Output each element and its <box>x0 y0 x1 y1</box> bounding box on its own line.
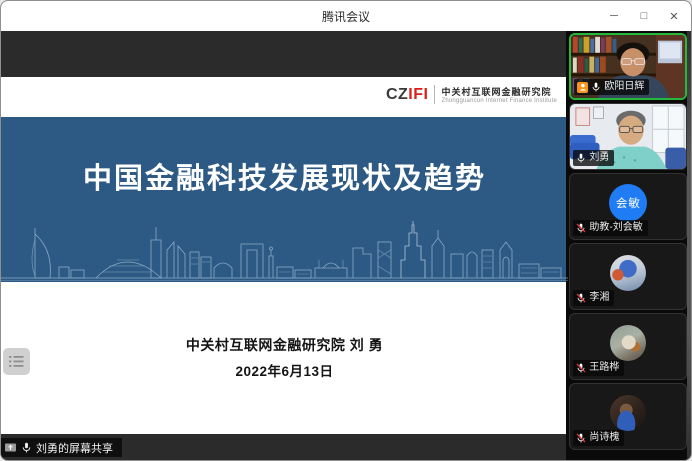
sidebar-scrollbar[interactable] <box>687 31 691 460</box>
shared-screen-area: CZIFI 中关村互联网金融研究院 Zhongguancun Internet … <box>1 31 566 460</box>
list-icon <box>9 355 24 368</box>
participant-name: 尚诗槐 <box>589 432 619 444</box>
slide-title: 中国金融科技发展现状及趋势 <box>1 155 568 197</box>
logo-wordmark: CZIFI <box>386 86 429 104</box>
participant-label: 尚诗槐 <box>573 430 624 446</box>
participant-label: 刘勇 <box>573 150 614 166</box>
avatar <box>610 325 646 361</box>
slide-author: 中关村互联网金融研究院 刘 勇 <box>1 335 568 355</box>
meeting-content: CZIFI 中关村互联网金融研究院 Zhongguancun Internet … <box>1 31 691 460</box>
mic-on-icon <box>591 82 601 92</box>
participant-label: 王路桦 <box>573 360 624 376</box>
slide-panel-toggle[interactable] <box>3 348 30 375</box>
mic-muted-icon <box>576 433 586 443</box>
city-skyline-graphic <box>1 220 568 282</box>
institute-logo: CZIFI 中关村互联网金融研究院 Zhongguancun Internet … <box>386 85 557 104</box>
tencent-meeting-window: 腾讯会议 ─ □ ✕ CZIFI 中关村互联网金融研究院 Zhongguancu… <box>0 0 692 461</box>
screen-share-icon <box>4 441 17 454</box>
slide-title-band: 中国金融科技发展现状及趋势 <box>1 117 568 282</box>
participant-tile-wangluhua[interactable]: 王路桦 <box>569 313 687 380</box>
mic-on-icon <box>21 442 32 453</box>
participant-tile-liuhuimin[interactable]: 会敏 助教-刘会敏 <box>569 173 687 240</box>
participant-tile-liuyong[interactable]: 刘勇 <box>569 103 687 170</box>
logo-text: 中关村互联网金融研究院 Zhongguancun Internet Financ… <box>441 85 557 104</box>
slide-date: 2022年6月13日 <box>1 360 568 380</box>
screen-share-label: 刘勇的屏幕共享 <box>36 440 113 456</box>
avatar <box>610 395 646 431</box>
presentation-slide: CZIFI 中关村互联网金融研究院 Zhongguancun Internet … <box>1 77 568 434</box>
screen-share-banner: 刘勇的屏幕共享 <box>1 438 122 457</box>
avatar <box>610 255 646 291</box>
window-titlebar: 腾讯会议 ─ □ ✕ <box>1 1 691 31</box>
participant-tile-lixiang[interactable]: 李湘 <box>569 243 687 310</box>
participant-name: 李湘 <box>589 292 609 304</box>
window-title: 腾讯会议 <box>1 8 691 25</box>
logo-divider <box>434 85 435 104</box>
mic-muted-icon <box>576 293 586 303</box>
close-icon[interactable]: ✕ <box>659 1 689 31</box>
participant-name: 助教-刘会敏 <box>589 222 642 234</box>
participant-label: 助教-刘会敏 <box>573 220 647 236</box>
participant-label: 李湘 <box>573 290 614 306</box>
mic-muted-icon <box>576 363 586 373</box>
participant-label: 欧阳日辉 <box>574 79 649 95</box>
minimize-icon[interactable]: ─ <box>599 1 629 31</box>
participant-name: 王路桦 <box>589 362 619 374</box>
participant-tile-shangshihuai[interactable]: 尚诗槐 <box>569 383 687 450</box>
logo-org-name-en: Zhongguancun Internet Finance Institute <box>441 98 557 104</box>
host-icon <box>577 82 588 93</box>
logo-org-name-cn: 中关村互联网金融研究院 <box>441 85 557 98</box>
participant-name: 刘勇 <box>589 152 609 164</box>
participant-tile-ouyangrihui[interactable]: 欧阳日辉 <box>569 33 687 100</box>
participant-name: 欧阳日辉 <box>604 81 644 93</box>
mic-on-icon <box>576 153 586 163</box>
mic-muted-icon <box>576 223 586 233</box>
participants-sidebar: 欧阳日辉 <box>566 31 691 460</box>
window-controls: ─ □ ✕ <box>599 1 689 31</box>
maximize-icon[interactable]: □ <box>629 1 659 31</box>
avatar: 会敏 <box>609 184 647 222</box>
